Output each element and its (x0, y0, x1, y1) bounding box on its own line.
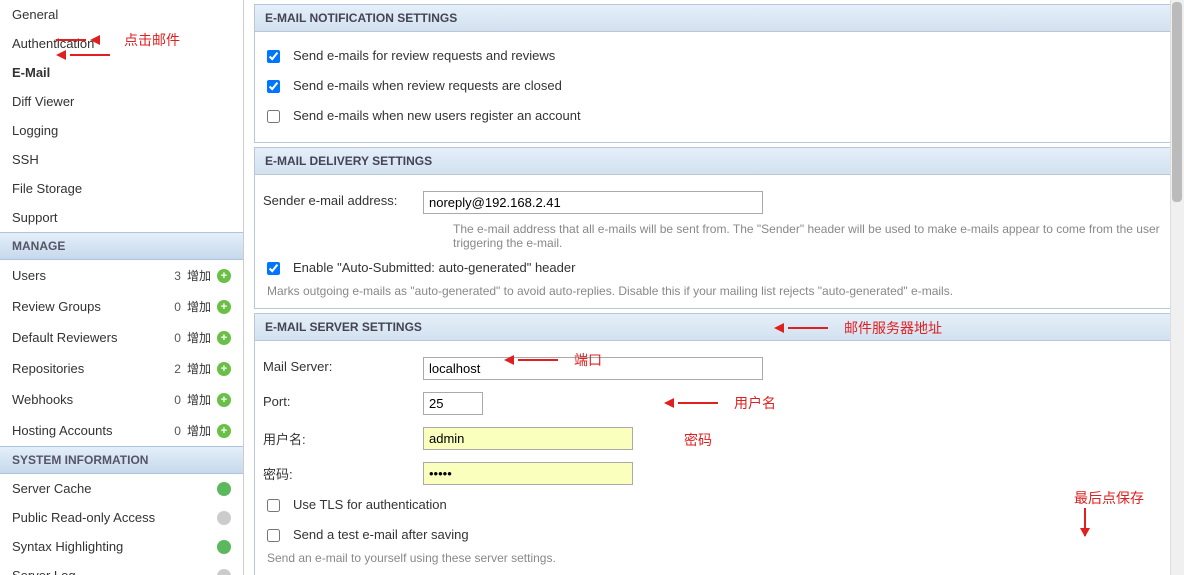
checkbox-send-reviews[interactable] (267, 50, 280, 63)
checkbox-label: Send e-mails for review requests and rev… (293, 48, 555, 63)
sidebar-item-review-groups[interactable]: Review Groups 0增加+ (0, 291, 243, 322)
sender-label: Sender e-mail address: (263, 191, 423, 208)
port-label: Port: (263, 392, 423, 409)
sidebar-header-manage: MANAGE (0, 232, 243, 260)
status-icon (217, 540, 231, 554)
checkbox-label: Send a test e-mail after saving (293, 527, 469, 542)
sidebar-item-public-readonly[interactable]: Public Read-only Access (0, 503, 243, 532)
sidebar-item-webhooks[interactable]: Webhooks 0增加+ (0, 384, 243, 415)
checkbox-send-test[interactable] (267, 529, 280, 542)
sidebar-item-general[interactable]: General (0, 0, 243, 29)
sidebar-item-repositories[interactable]: Repositories 2增加+ (0, 353, 243, 384)
sidebar-item-email[interactable]: E-Mail (0, 58, 243, 87)
checkbox-label: Send e-mails when new users register an … (293, 108, 581, 123)
plus-icon[interactable]: + (217, 424, 231, 438)
password-label: 密码: (263, 462, 423, 483)
checkbox-auto-submitted[interactable] (267, 262, 280, 275)
sidebar-item-users[interactable]: Users 3增加+ (0, 260, 243, 291)
panel-title: E-MAIL NOTIFICATION SETTINGS (255, 5, 1173, 32)
mailserver-input[interactable] (423, 357, 763, 380)
username-label: 用户名: (263, 427, 423, 448)
main-content: E-MAIL NOTIFICATION SETTINGS Send e-mail… (244, 0, 1184, 575)
port-input[interactable] (423, 392, 483, 415)
auto-submitted-help: Marks outgoing e-mails as "auto-generate… (263, 284, 1165, 298)
sidebar-item-file-storage[interactable]: File Storage (0, 174, 243, 203)
checkbox-label: Send e-mails when review requests are cl… (293, 78, 562, 93)
username-input[interactable] (423, 427, 633, 450)
sidebar-item-server-log[interactable]: Server Log (0, 561, 243, 575)
checkbox-tls[interactable] (267, 499, 280, 512)
sidebar-item-syntax-highlighting[interactable]: Syntax Highlighting (0, 532, 243, 561)
sender-help: The e-mail address that all e-mails will… (263, 220, 1165, 254)
sidebar-item-ssh[interactable]: SSH (0, 145, 243, 174)
status-icon (217, 482, 231, 496)
sidebar-item-hosting-accounts[interactable]: Hosting Accounts 0增加+ (0, 415, 243, 446)
checkbox-send-closed[interactable] (267, 80, 280, 93)
sidebar-item-default-reviewers[interactable]: Default Reviewers 0增加+ (0, 322, 243, 353)
sender-input[interactable] (423, 191, 763, 214)
plus-icon[interactable]: + (217, 269, 231, 283)
sidebar: General Authentication E-Mail Diff Viewe… (0, 0, 244, 575)
panel-server: E-MAIL SERVER SETTINGS Mail Server: Port… (254, 313, 1174, 575)
checkbox-send-new-users[interactable] (267, 110, 280, 123)
sidebar-item-diff-viewer[interactable]: Diff Viewer (0, 87, 243, 116)
plus-icon[interactable]: + (217, 393, 231, 407)
sidebar-item-authentication[interactable]: Authentication (0, 29, 243, 58)
status-icon (217, 569, 231, 575)
sidebar-item-support[interactable]: Support (0, 203, 243, 232)
panel-title: E-MAIL DELIVERY SETTINGS (255, 148, 1173, 175)
sidebar-item-server-cache[interactable]: Server Cache (0, 474, 243, 503)
password-input[interactable] (423, 462, 633, 485)
sidebar-header-sysinfo: SYSTEM INFORMATION (0, 446, 243, 474)
send-test-help: Send an e-mail to yourself using these s… (263, 551, 1165, 565)
plus-icon[interactable]: + (217, 362, 231, 376)
mailserver-label: Mail Server: (263, 357, 423, 374)
checkbox-label: Use TLS for authentication (293, 497, 447, 512)
plus-icon[interactable]: + (217, 331, 231, 345)
plus-icon[interactable]: + (217, 300, 231, 314)
checkbox-label: Enable "Auto-Submitted: auto-generated" … (293, 260, 575, 275)
panel-title: E-MAIL SERVER SETTINGS (255, 314, 1173, 341)
sidebar-item-logging[interactable]: Logging (0, 116, 243, 145)
panel-notification: E-MAIL NOTIFICATION SETTINGS Send e-mail… (254, 4, 1174, 143)
panel-delivery: E-MAIL DELIVERY SETTINGS Sender e-mail a… (254, 147, 1174, 309)
scrollbar[interactable] (1170, 0, 1184, 575)
status-icon (217, 511, 231, 525)
